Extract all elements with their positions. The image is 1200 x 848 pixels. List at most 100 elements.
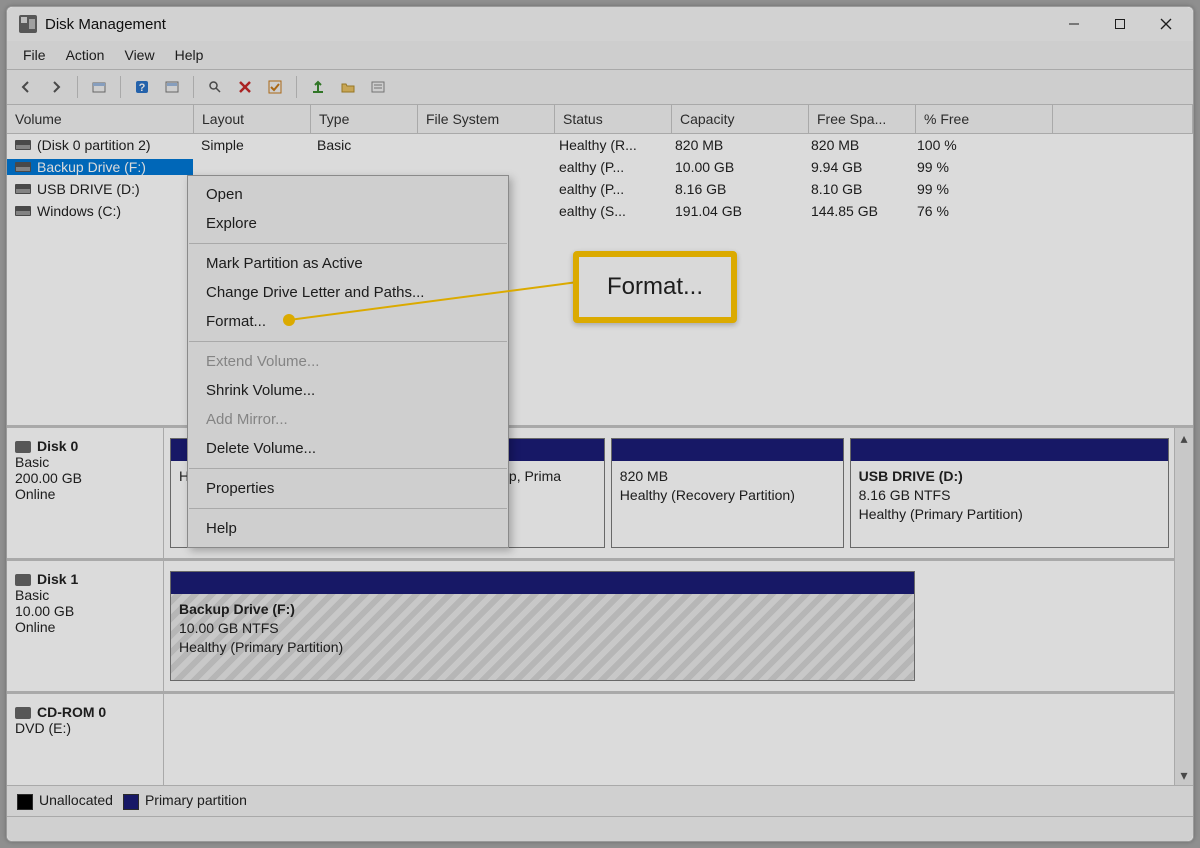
app-icon — [19, 15, 37, 33]
delete-icon[interactable] — [232, 74, 258, 100]
window-title: Disk Management — [45, 16, 166, 33]
col-status[interactable]: Status — [555, 105, 672, 133]
settings-icon[interactable] — [159, 74, 185, 100]
menu-help[interactable]: Help — [165, 44, 214, 66]
col-volume[interactable]: Volume — [7, 105, 194, 133]
properties-icon[interactable] — [365, 74, 391, 100]
context-menu-item[interactable]: Mark Partition as Active — [188, 249, 508, 278]
volume-list-header: Volume Layout Type File System Status Ca… — [7, 105, 1193, 134]
title-bar: Disk Management — [7, 7, 1193, 41]
col-layout[interactable]: Layout — [194, 105, 311, 133]
context-menu-item[interactable]: Explore — [188, 209, 508, 238]
forward-icon[interactable] — [43, 74, 69, 100]
volume-cell: Windows (C:) — [7, 203, 193, 219]
volume-cell: Healthy (R... — [551, 137, 667, 153]
disk-label[interactable]: Disk 1Basic10.00 GBOnline — [7, 561, 164, 691]
context-menu-item: Extend Volume... — [188, 347, 508, 376]
callout-dot — [283, 314, 295, 326]
volume-icon — [15, 162, 31, 172]
col-free[interactable]: Free Spa... — [809, 105, 916, 133]
partition-info: Backup Drive (F:)10.00 GB NTFSHealthy (P… — [171, 594, 914, 663]
disk-label[interactable]: Disk 0Basic200.00 GBOnline — [7, 428, 164, 558]
up-icon[interactable] — [86, 74, 112, 100]
context-menu-item: Add Mirror... — [188, 405, 508, 434]
context-menu-item[interactable]: Help — [188, 514, 508, 543]
menu-bar: File Action View Help — [7, 41, 1193, 70]
scroll-down-icon[interactable]: ▾ — [1175, 765, 1193, 785]
context-menu-item[interactable]: Open — [188, 180, 508, 209]
disk-row: CD-ROM 0DVD (E:) — [7, 694, 1175, 785]
volume-row[interactable]: Backup Drive (F:)ealthy (P...10.00 GB9.9… — [7, 156, 1193, 178]
volume-row[interactable]: Windows (C:) ealthy (S...191.04 GB144.85 … — [7, 200, 1193, 222]
volume-cell: ealthy (S... — [551, 203, 667, 219]
context-menu-separator — [189, 243, 507, 244]
disk-map: Disk 0Basic200.00 GBOnlineHealthy (Syste… — [7, 428, 1193, 785]
context-menu-separator — [189, 341, 507, 342]
volume-cell: ealthy (P... — [551, 159, 667, 175]
volume-cell: 99 % — [909, 181, 1045, 197]
folder-icon[interactable] — [335, 74, 361, 100]
export-icon[interactable] — [305, 74, 331, 100]
context-menu-item[interactable]: Properties — [188, 474, 508, 503]
back-icon[interactable] — [13, 74, 39, 100]
volume-cell: 144.85 GB — [803, 203, 909, 219]
status-bar — [7, 816, 1193, 841]
volume-cell: 100 % — [909, 137, 1045, 153]
callout-format: Format... — [573, 251, 737, 323]
volume-cell: 8.10 GB — [803, 181, 909, 197]
search-icon[interactable] — [202, 74, 228, 100]
volume-cell: Basic — [309, 137, 415, 153]
col-type[interactable]: Type — [311, 105, 418, 133]
help-icon[interactable]: ? — [129, 74, 155, 100]
close-button[interactable] — [1143, 8, 1189, 40]
volume-cell: 820 MB — [667, 137, 803, 153]
disk-icon — [15, 441, 31, 453]
check-icon[interactable] — [262, 74, 288, 100]
disk-icon — [15, 574, 31, 586]
partition-header-bar — [851, 439, 1168, 461]
volume-icon — [15, 140, 31, 150]
volume-cell: 191.04 GB — [667, 203, 803, 219]
partition[interactable]: Backup Drive (F:)10.00 GB NTFSHealthy (P… — [170, 571, 915, 681]
volume-row[interactable]: USB DRIVE (D:)ealthy (P...8.16 GB8.10 GB… — [7, 178, 1193, 200]
volume-cell: 9.94 GB — [803, 159, 909, 175]
context-menu-separator — [189, 508, 507, 509]
col-filesystem[interactable]: File System — [418, 105, 555, 133]
context-menu: OpenExplore Mark Partition as ActiveChang… — [187, 175, 509, 548]
disk-partitions — [164, 694, 1175, 785]
partition[interactable]: 820 MBHealthy (Recovery Partition) — [611, 438, 844, 548]
volume-cell: ealthy (P... — [551, 181, 667, 197]
volume-row[interactable]: (Disk 0 partition 2)SimpleBasicHealthy (… — [7, 134, 1193, 156]
menu-view[interactable]: View — [114, 44, 164, 66]
legend-unallocated: Unallocated — [17, 792, 113, 809]
disk-partitions: Backup Drive (F:)10.00 GB NTFSHealthy (P… — [164, 561, 1175, 691]
context-menu-item[interactable]: Change Drive Letter and Paths... — [188, 278, 508, 307]
callout-text: Format... — [607, 273, 703, 300]
volume-cell: 99 % — [909, 159, 1045, 175]
menu-file[interactable]: File — [13, 44, 56, 66]
volume-cell: USB DRIVE (D:) — [7, 181, 193, 197]
disk-icon — [15, 707, 31, 719]
vertical-scrollbar[interactable]: ▴ ▾ — [1174, 428, 1193, 785]
context-menu-item[interactable]: Shrink Volume... — [188, 376, 508, 405]
volume-cell: 76 % — [909, 203, 1045, 219]
context-menu-item[interactable]: Delete Volume... — [188, 434, 508, 463]
maximize-button[interactable] — [1097, 8, 1143, 40]
disk-label[interactable]: CD-ROM 0DVD (E:) — [7, 694, 164, 785]
menu-action[interactable]: Action — [56, 44, 115, 66]
col-pctfree[interactable]: % Free — [916, 105, 1053, 133]
legend-primary: Primary partition — [123, 792, 247, 809]
disk-row: Disk 1Basic10.00 GBOnlineBackup Drive (F… — [7, 561, 1175, 694]
col-spacer — [1053, 105, 1193, 133]
toolbar: ? — [7, 70, 1193, 105]
partition-header-bar — [612, 439, 843, 461]
context-menu-separator — [189, 468, 507, 469]
col-capacity[interactable]: Capacity — [672, 105, 809, 133]
scroll-up-icon[interactable]: ▴ — [1175, 428, 1193, 448]
volume-cell: 820 MB — [803, 137, 909, 153]
disk-row: Disk 0Basic200.00 GBOnlineHealthy (Syste… — [7, 428, 1175, 561]
partition-info: USB DRIVE (D:)8.16 GB NTFSHealthy (Prima… — [851, 461, 1168, 530]
volume-icon — [15, 184, 31, 194]
minimize-button[interactable] — [1051, 8, 1097, 40]
partition[interactable]: USB DRIVE (D:)8.16 GB NTFSHealthy (Prima… — [850, 438, 1169, 548]
